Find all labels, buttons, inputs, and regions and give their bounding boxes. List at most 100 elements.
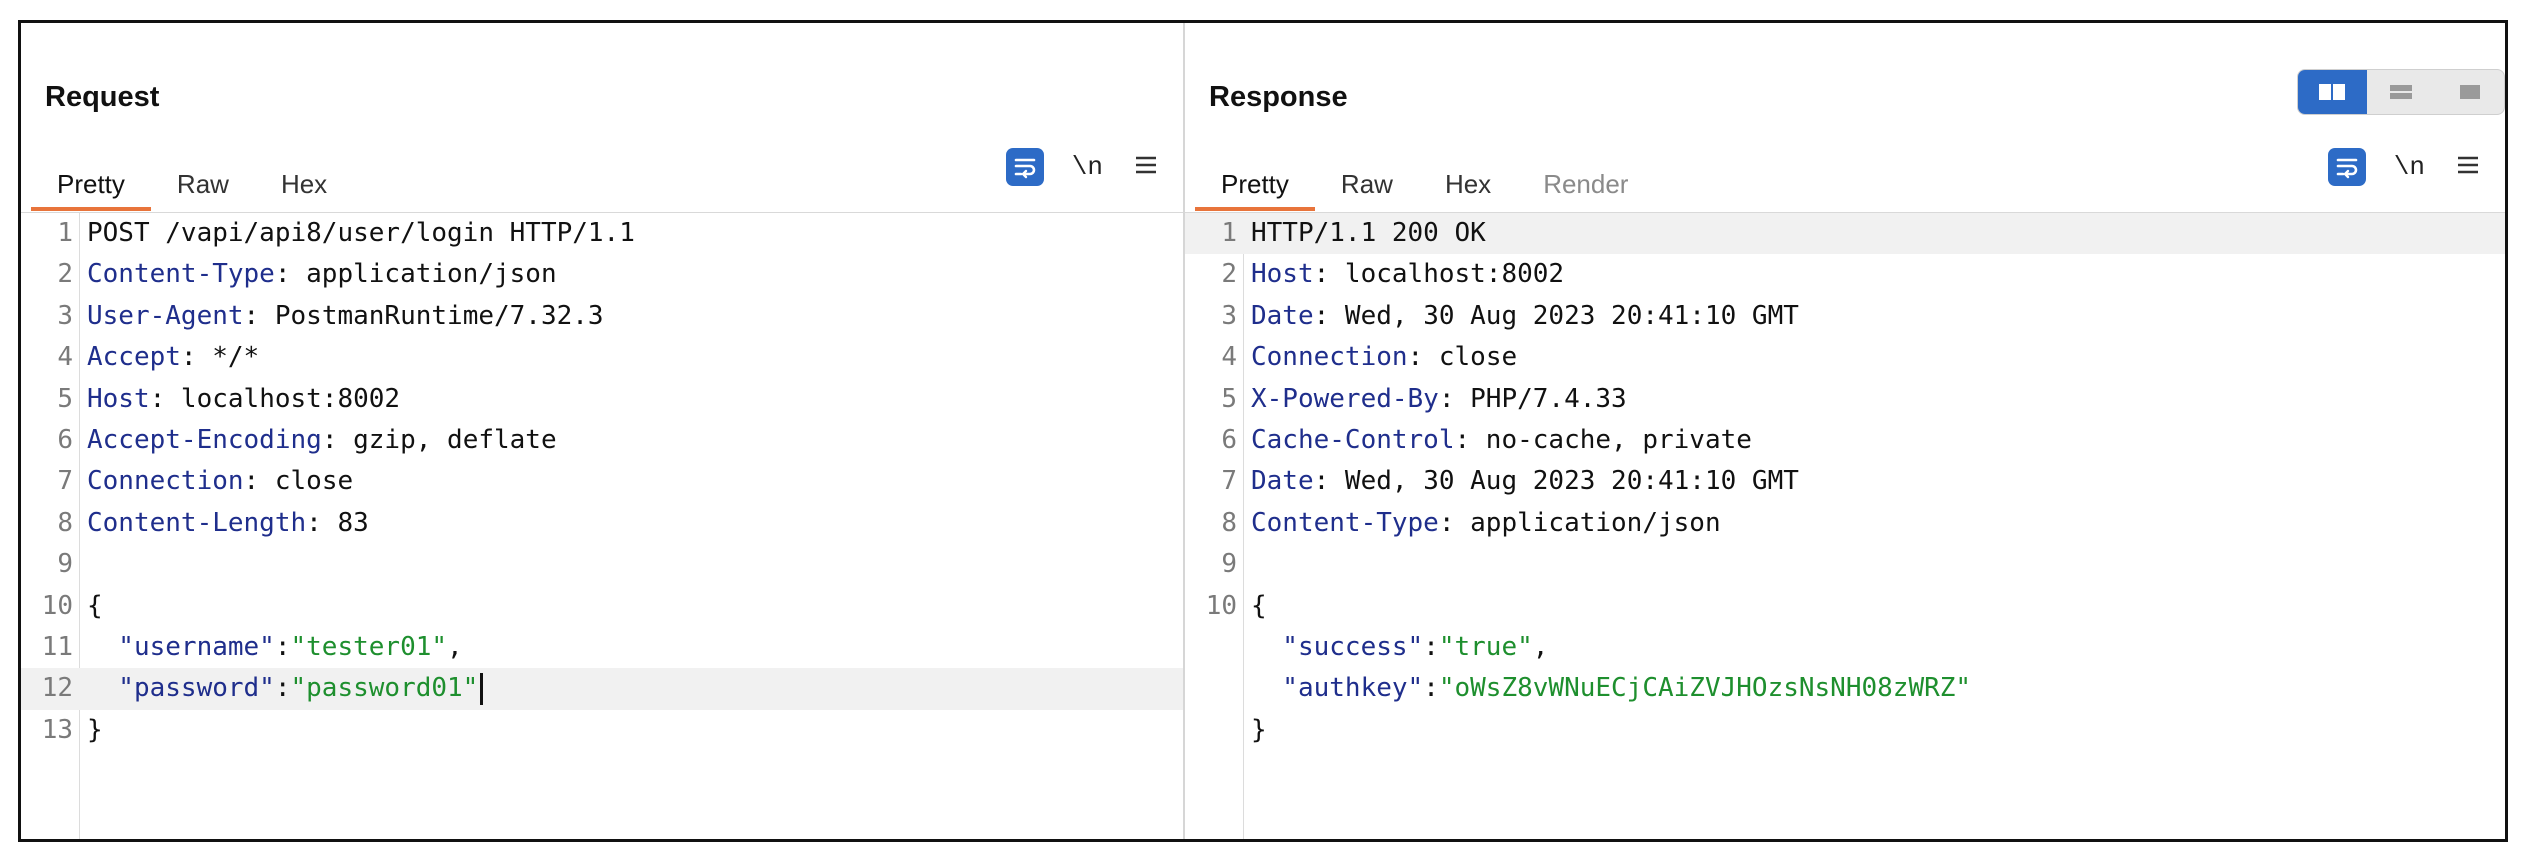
code-line[interactable]: 2 Host: localhost:8002 [1185,254,2505,295]
code-token: : [1423,673,1439,704]
code-token: : PHP/7.4.33 [1438,383,1627,414]
code-line[interactable]: "authkey":"oWsZ8vWNuECjCAiZVJHOzsNsNH08z… [1185,668,2505,709]
response-editor[interactable]: 1 HTTP/1.1 200 OK 2 Host: localhost:8002 3 Da… [1185,213,2505,839]
code-token: Content-Type [87,259,275,290]
line-number: 8 [1221,507,1237,538]
tab-hex[interactable]: Hex [1419,141,1517,211]
code-token: Accept [87,342,181,373]
tab-raw[interactable]: Raw [151,141,255,211]
code-token: Date [1251,466,1314,497]
code-token: , [1532,631,1549,662]
code-line[interactable]: 5 Host: localhost:8002 [21,379,1183,420]
line-number: 12 [41,673,73,704]
line-number: 6 [57,424,73,455]
code-token: POST /vapi/api8/user/login HTTP/1.1 [87,218,635,248]
tab-hex[interactable]: Hex [255,141,353,211]
code-text: Content-Length: 83 [87,503,369,544]
code-line[interactable]: 8 Content-Type: application/json [1185,503,2505,544]
code-token: Host [1251,259,1314,290]
code-line[interactable]: 8 Content-Length: 83 [21,503,1183,544]
code-line[interactable]: 3 User-Agent: PostmanRuntime/7.32.3 [21,296,1183,337]
code-line[interactable]: 10 { [1185,586,2505,627]
hamburger-menu-icon[interactable] [1135,155,1157,180]
code-token: Content-Length [87,507,307,538]
code-line[interactable]: 11 "username":"tester01", [21,627,1183,668]
single-panel-icon[interactable] [2435,70,2504,114]
line-number: 10 [1205,590,1237,621]
line-number: 3 [1221,300,1237,331]
code-token: HTTP/1.1 200 OK [1251,218,1486,248]
code-text: Accept-Encoding: gzip, deflate [87,420,557,461]
request-editor[interactable]: 1 POST /vapi/api8/user/login HTTP/1.1 2 Con… [21,213,1183,839]
layout-toggle [2297,69,2505,115]
code-token: : gzip, deflate [321,424,557,455]
text-wrap-icon[interactable] [2327,148,2366,186]
code-line[interactable]: 12 "password":"password01" [21,668,1183,710]
code-token: "tester01" [290,631,448,662]
line-number: 13 [41,714,73,745]
code-token: "oWsZ8vWNuECjCAiZVJHOzsNsNH08zWRZ" [1438,673,1972,704]
code-text: "success":"true", [1251,627,1548,668]
code-text: } [87,710,103,751]
response-title: Response [1209,81,1348,113]
code-line[interactable]: 10 { [21,586,1183,627]
code-line[interactable]: 1 POST /vapi/api8/user/login HTTP/1.1 [21,213,1183,254]
code-token: : localhost:8002 [1313,259,1565,290]
code-token: Date [1251,300,1314,331]
code-text: { [1251,586,1267,627]
line-number: 4 [57,342,73,373]
line-number: 11 [41,631,73,662]
split-horizontal-icon[interactable] [2298,70,2367,114]
split-vertical-icon[interactable] [2367,70,2436,114]
code-line[interactable]: 6 Accept-Encoding: gzip, deflate [21,420,1183,461]
code-text: Content-Type: application/json [1251,503,1721,544]
code-line[interactable]: 9 [21,544,1183,585]
code-line[interactable]: } [1185,710,2505,751]
code-text: Cache-Control: no-cache, private [1251,420,1752,461]
tab-render[interactable]: Render [1517,141,1654,211]
code-line[interactable]: 3 Date: Wed, 30 Aug 2023 20:41:10 GMT [1185,296,2505,337]
code-text: Accept: */* [87,337,259,378]
code-text: Host: localhost:8002 [87,379,400,420]
tab-pretty[interactable]: Pretty [1195,141,1315,211]
show-newlines-button[interactable]: \n [1072,152,1103,182]
show-newlines-button[interactable]: \n [2394,152,2425,182]
tab-raw[interactable]: Raw [1315,141,1419,211]
code-token: : close [243,466,354,497]
line-number: 1 [1221,218,1237,248]
code-line[interactable]: 9 [1185,544,2505,585]
tab-pretty[interactable]: Pretty [31,141,151,211]
code-text: } [1251,710,1267,751]
code-line[interactable]: 5 X-Powered-By: PHP/7.4.33 [1185,379,2505,420]
code-token: : no-cache, private [1454,424,1752,455]
code-text: Host: localhost:8002 [1251,254,1564,295]
code-line[interactable]: 7 Connection: close [21,461,1183,502]
line-number: 7 [57,466,73,497]
code-token: : localhost:8002 [149,383,401,414]
code-token: : application/json [1438,507,1721,538]
code-line[interactable]: "success":"true", [1185,627,2505,668]
code-line[interactable]: 6 Cache-Control: no-cache, private [1185,420,2505,461]
code-line[interactable]: 4 Connection: close [1185,337,2505,378]
code-token: "password01" [290,673,479,704]
code-token: : PostmanRuntime/7.32.3 [243,300,604,331]
line-number: 6 [1221,424,1237,455]
line-number: 7 [1221,466,1237,497]
code-token: : [1423,631,1439,662]
code-text: "username":"tester01", [87,627,462,668]
hamburger-menu-icon[interactable] [2457,155,2479,180]
code-text: { [87,586,103,627]
code-token: : [274,673,291,704]
code-line[interactable]: 4 Accept: */* [21,337,1183,378]
code-line[interactable]: 13} [21,710,1183,751]
code-text: POST /vapi/api8/user/login HTTP/1.1 [87,213,635,254]
line-number: 10 [41,590,73,621]
line-number: 8 [57,507,73,538]
code-token: : [274,631,291,662]
text-wrap-icon[interactable] [1005,148,1044,186]
code-line[interactable]: 1 HTTP/1.1 200 OK [1185,213,2505,255]
code-line[interactable]: 7 Date: Wed, 30 Aug 2023 20:41:10 GMT [1185,461,2505,502]
code-token: User-Agent [87,300,244,331]
code-line[interactable]: 2 Content-Type: application/json [21,254,1183,295]
code-token: "username" [87,631,275,662]
